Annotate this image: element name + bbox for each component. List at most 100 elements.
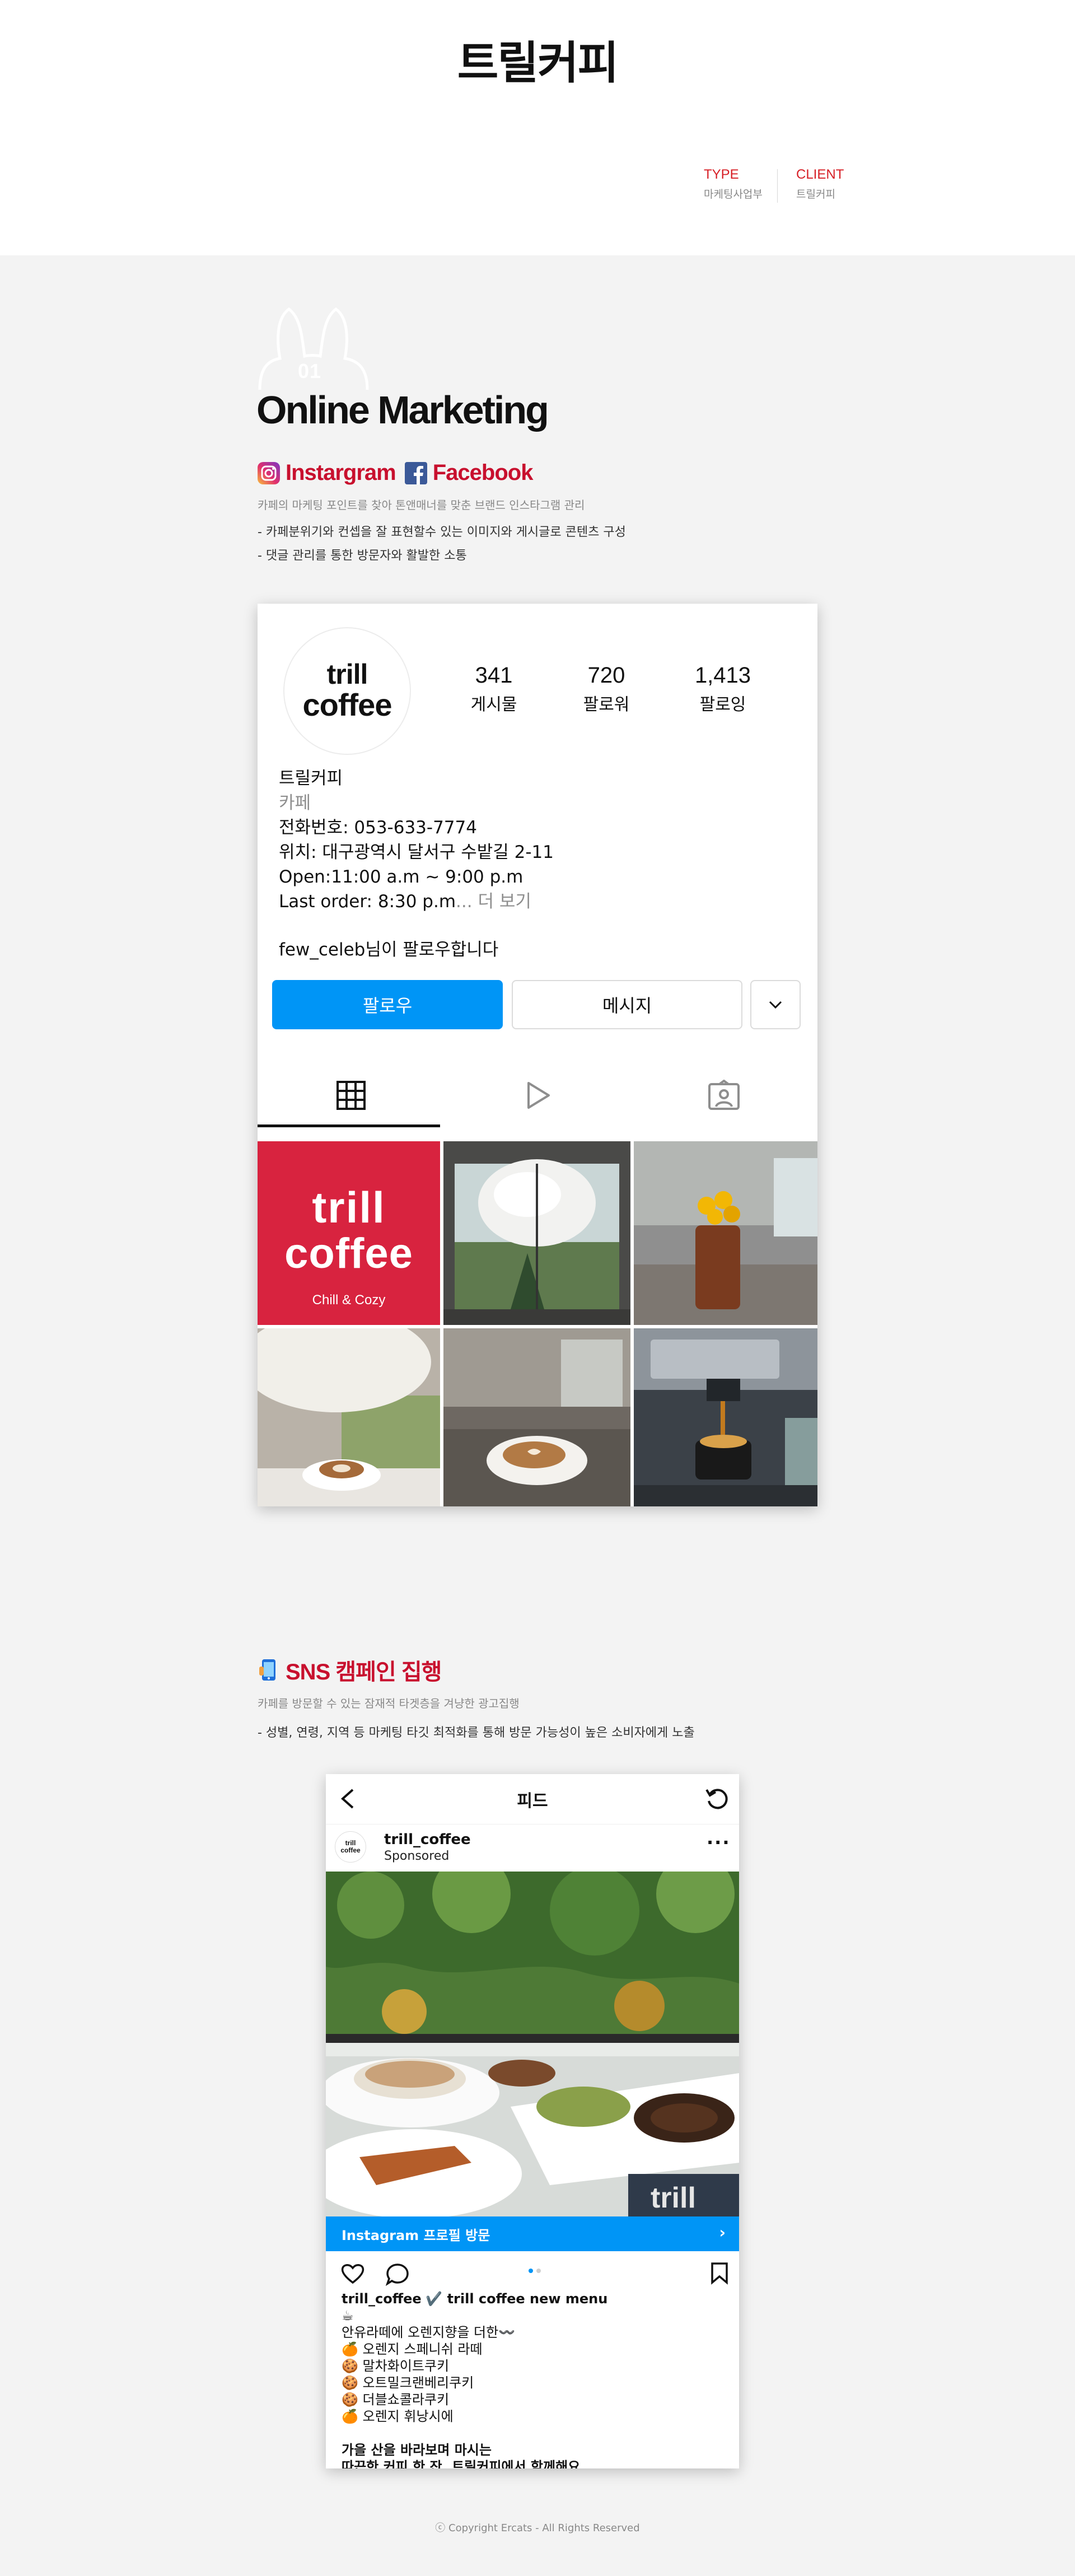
more-link[interactable]: ... 더 보기 <box>456 892 531 912</box>
avatar[interactable]: trill coffee <box>283 627 411 755</box>
post-interior-latte-photo[interactable] <box>443 1328 630 1506</box>
caption-first-line: trill_coffee ✔️ trill coffee new menu <box>342 2290 607 2307</box>
page-title: 트릴커피 <box>457 37 619 89</box>
posts-grid: trill coffee Chill & Cozy <box>258 1141 817 1506</box>
post-actions <box>326 2251 739 2293</box>
post-caption: trill_coffee ✔️ trill coffee new menu ☕ … <box>342 2290 607 2468</box>
meta-client: CLIENT 트릴커피 <box>796 167 844 201</box>
visit-profile-cta-button[interactable]: Instagram 프로필 방문 › <box>326 2216 739 2251</box>
instagram-profile-card: trill coffee 341 게시물 720 팔로워 1,413 팔로잉 트… <box>258 604 817 1506</box>
facebook-icon <box>404 461 427 484</box>
caption-line: 안유라떼에 오렌지향을 더한〰️ <box>342 2325 516 2340</box>
chevron-right-icon: › <box>719 2223 726 2242</box>
bookmark-icon[interactable] <box>710 2261 729 2285</box>
type-value: 마케팅사업부 <box>704 188 763 200</box>
author-name[interactable]: trill_coffee <box>384 1831 471 1848</box>
stat-posts[interactable]: 341 게시물 <box>446 663 541 715</box>
sns-description: 카페를 방문할 수 있는 잠재적 타겟층을 겨냥한 광고집행 <box>258 1697 520 1710</box>
caption-line: 🍪 더블쇼콜라쿠키 <box>342 2392 450 2407</box>
stat-posts-label: 게시물 <box>470 695 517 715</box>
sns-heading: SNS 캠페인 집행 <box>258 1654 442 1686</box>
feed-title: 피드 <box>517 1791 548 1811</box>
section-title: Online Marketing <box>256 388 549 432</box>
post-author-row: trill coffee trill_coffee Sponsored ··· <box>326 1826 739 1870</box>
bullet-2: - 댓글 관리를 통한 방문자와 활발한 소통 <box>258 549 467 563</box>
sns-bullet: - 성별, 연령, 지역 등 마케팅 타깃 최적화를 통해 방문 가능성이 높은… <box>258 1726 695 1740</box>
sponsored-label: Sponsored <box>384 1849 450 1863</box>
tab-posts-grid[interactable] <box>258 1063 444 1128</box>
bullet-1: - 카페분위기와 컨셉을 잘 표현할수 있는 이미지와 게시글로 콘텐츠 구성 <box>258 525 626 539</box>
instagram-icon <box>258 461 280 484</box>
tile-logo-line2: coffee <box>284 1230 413 1277</box>
stat-followers[interactable]: 720 팔로워 <box>559 663 654 715</box>
tile-logo-line1: trill <box>312 1183 386 1232</box>
tab-reels[interactable] <box>444 1063 630 1128</box>
tagged-user-icon <box>708 1080 740 1110</box>
stat-followers-count: 720 <box>587 663 625 688</box>
client-label: CLIENT <box>796 167 844 182</box>
tab-tagged[interactable] <box>630 1063 817 1128</box>
ad-photo[interactable]: trill <box>326 1872 739 2216</box>
section-number: 01 <box>298 360 322 382</box>
post-latte-photo[interactable] <box>258 1328 440 1506</box>
caption-username[interactable]: trill_coffee <box>342 2291 422 2307</box>
stat-followers-label: 팔로워 <box>583 695 630 715</box>
caption-line <box>342 2425 607 2442</box>
caption-line: 🍊 오렌지 휘낭시에 <box>342 2409 454 2424</box>
profile-category: 카페 <box>279 793 311 813</box>
reels-play-icon <box>527 1082 550 1109</box>
post-logo-tile[interactable]: trill coffee Chill & Cozy <box>258 1141 440 1325</box>
message-button[interactable]: 메시지 <box>512 980 742 1029</box>
mobile-phone-icon <box>259 1659 275 1681</box>
instagram-feed-ad: 피드 trill coffee trill_coffee Sponsored ·… <box>326 1774 739 2468</box>
caption-headline: ✔️ trill coffee new menu <box>426 2291 608 2307</box>
avatar-logo-line2: coffee <box>302 687 392 722</box>
more-options-icon[interactable]: ··· <box>707 1833 730 1851</box>
caption-line: 따끈한 커피 한 잔, 트릴커피에서 함께해요. <box>342 2459 586 2468</box>
post-feather-lamp-photo[interactable] <box>443 1141 630 1325</box>
active-tab-indicator <box>258 1124 440 1127</box>
profile-last-order-line: Last order: 8:30 p.m... 더 보기 <box>279 889 554 914</box>
facebook-label: Facebook <box>432 460 534 485</box>
stat-following-count: 1,413 <box>694 663 751 688</box>
refresh-icon[interactable] <box>704 1786 730 1812</box>
follow-button[interactable]: 팔로우 <box>272 980 503 1029</box>
stat-following-label: 팔로잉 <box>699 695 746 715</box>
instagram-label: Instargram <box>286 460 396 485</box>
social-heading: Instargram Facebook <box>258 460 534 486</box>
post-espresso-photo[interactable] <box>634 1328 817 1506</box>
client-value: 트릴커피 <box>796 188 835 200</box>
feed-header: 피드 <box>326 1774 739 1824</box>
post-sunflowers-photo[interactable] <box>634 1141 817 1325</box>
meta-divider <box>777 169 778 203</box>
profile-last-order: Last order: 8:30 p.m <box>279 892 456 912</box>
photo-sign-text: trill <box>651 2182 696 2214</box>
author-avatar[interactable]: trill coffee <box>335 1831 366 1863</box>
suggested-dropdown-button[interactable] <box>750 980 801 1029</box>
carousel-dots-indicator <box>529 2269 541 2273</box>
grid-icon <box>336 1081 366 1110</box>
profile-name: 트릴커피 <box>279 768 343 788</box>
meta-type: TYPE 마케팅사업부 <box>704 167 763 201</box>
avatar-logo-line1: trill <box>326 659 368 690</box>
caption-line: 가을 산을 바라보며 마시는 <box>342 2442 492 2458</box>
comment-icon[interactable] <box>385 2262 410 2286</box>
sns-title: SNS 캠페인 집행 <box>286 1660 442 1684</box>
profile-tabs <box>258 1063 817 1128</box>
heart-icon[interactable] <box>340 2262 365 2285</box>
cta-label: Instagram 프로필 방문 <box>342 2227 490 2243</box>
followed-by-note[interactable]: few_celeb님이 팔로우합니다 <box>279 935 498 960</box>
stat-posts-count: 341 <box>475 663 513 688</box>
back-arrow-icon[interactable] <box>338 1788 358 1810</box>
profile-location: 위치: 대구광역시 달서구 수밭길 2-11 <box>279 842 554 862</box>
profile-hours: Open:11:00 a.m ~ 9:00 p.m <box>279 867 524 887</box>
profile-bio: 트릴커피 카페 전화번호: 053-633-7774 위치: 대구광역시 달서구… <box>279 766 554 914</box>
footer-copyright: ⓒ Copyright Ercats - All Rights Reserved <box>435 2522 640 2534</box>
tile-tagline: Chill & Cozy <box>312 1292 386 1308</box>
page-header: 트릴커피 TYPE 마케팅사업부 CLIENT 트릴커피 <box>0 0 1075 255</box>
caption-line: ☕ <box>342 2308 354 2323</box>
caption-line: 🍪 말차화이트쿠키 <box>342 2358 450 2374</box>
chevron-down-icon <box>769 1001 782 1009</box>
stat-following[interactable]: 1,413 팔로잉 <box>675 663 770 715</box>
type-label: TYPE <box>704 167 739 182</box>
